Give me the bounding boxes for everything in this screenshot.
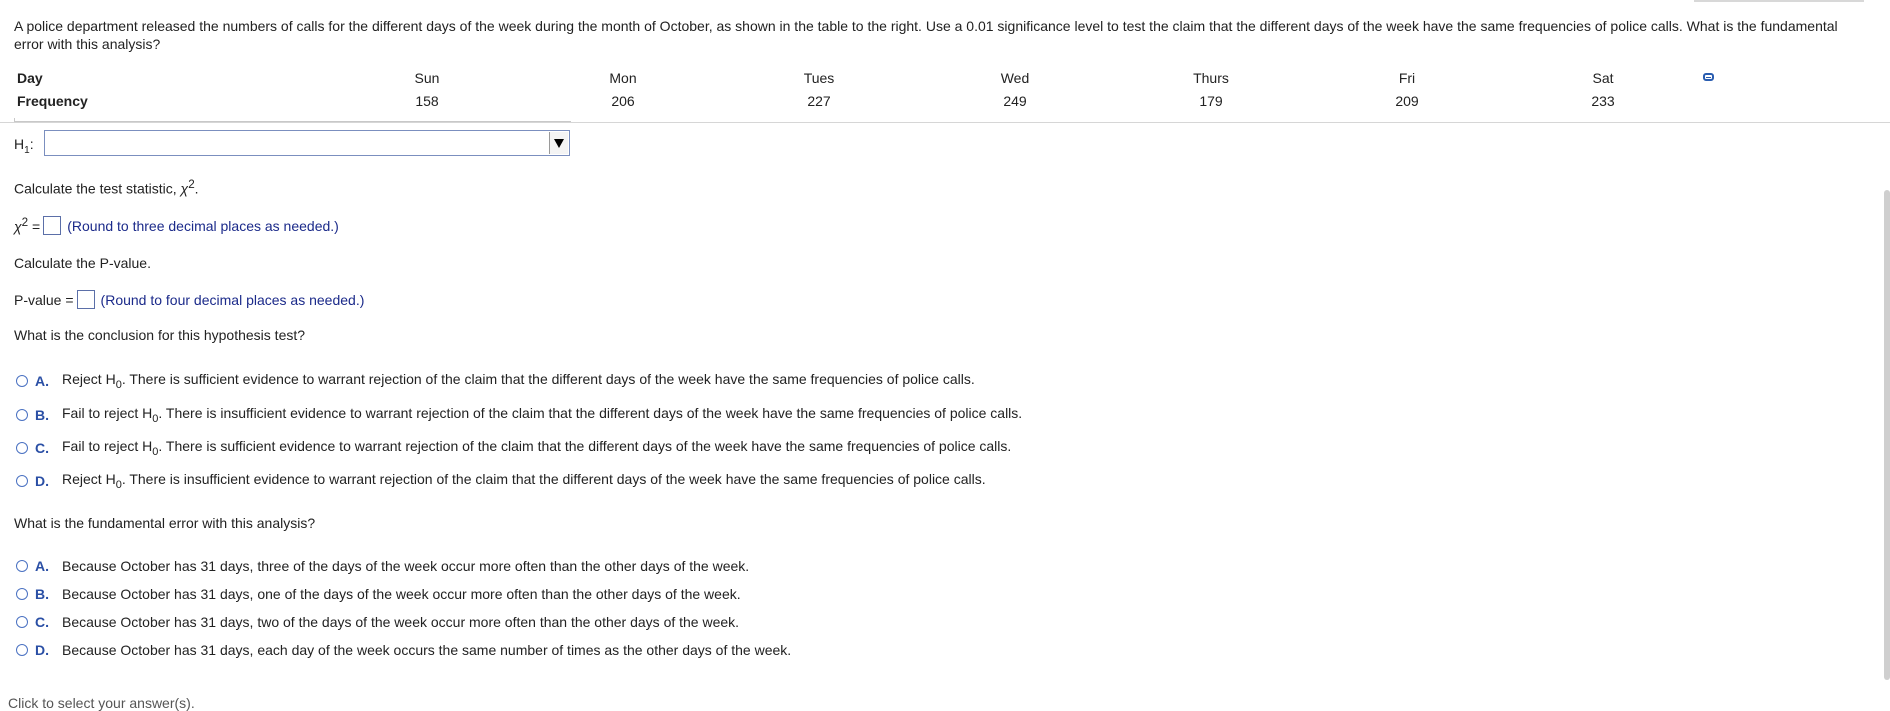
table-divider xyxy=(0,122,1890,123)
day-row-label: Day xyxy=(17,70,43,86)
h1-line: H1: xyxy=(14,133,34,159)
error-option-b[interactable]: B. Because October has 31 days, one of t… xyxy=(16,586,741,602)
frequency-cell: 158 xyxy=(415,93,439,109)
error-option-a[interactable]: A. Because October has 31 days, three of… xyxy=(16,558,749,574)
day-cell: Mon xyxy=(609,70,637,86)
test-statistic-input[interactable] xyxy=(43,216,62,235)
dropdown-arrow-icon[interactable] xyxy=(549,132,568,154)
top-divider xyxy=(1694,0,1864,2)
radio-button[interactable] xyxy=(16,616,28,628)
conclusion-option-a[interactable]: A. Reject H0. There is sufficient eviden… xyxy=(16,371,975,391)
radio-button[interactable] xyxy=(16,408,28,421)
radio-button[interactable] xyxy=(16,441,28,454)
frequency-cell: 206 xyxy=(611,93,635,109)
frequency-cell: 209 xyxy=(1395,93,1419,109)
frequency-cell: 179 xyxy=(1199,93,1223,109)
p-value-input[interactable] xyxy=(76,290,95,309)
conclusion-option-c[interactable]: C. Fail to reject H0. There is sufficien… xyxy=(16,438,1011,458)
error-question: What is the fundamental error with this … xyxy=(14,515,316,531)
error-option-c[interactable]: C. Because October has 31 days, two of t… xyxy=(16,614,739,630)
frequency-row-label: Frequency xyxy=(17,93,88,109)
p-value-hint: (Round to four decimal places as needed.… xyxy=(100,291,365,308)
test-statistic-prompt: Calculate the test statistic, χ2. xyxy=(14,178,199,197)
copy-icon[interactable] xyxy=(1703,73,1714,81)
conclusion-question: What is the conclusion for this hypothes… xyxy=(14,327,306,343)
test-statistic-hint: (Round to three decimal places as needed… xyxy=(67,217,339,234)
day-cell: Wed xyxy=(1000,70,1030,86)
radio-button[interactable] xyxy=(16,588,28,600)
p-value-prompt: Calculate the P-value. xyxy=(14,255,151,271)
frequency-cell: 227 xyxy=(807,93,831,109)
conclusion-option-d[interactable]: D. Reject H0. There is insufficient evid… xyxy=(16,471,986,491)
day-cell: Sun xyxy=(414,70,440,86)
data-table: Day Sun Mon Tues Wed Thurs Fri Sat Frequ… xyxy=(14,70,1754,116)
test-statistic-answer-line: χ2 = (Round to three decimal places as n… xyxy=(14,216,339,235)
p-value-label: P-value = xyxy=(14,291,74,308)
day-row: Day Sun Mon Tues Wed Thurs Fri Sat xyxy=(14,70,1754,93)
h1-select[interactable] xyxy=(44,130,570,156)
day-cell: Thurs xyxy=(1193,70,1229,86)
day-cell: Fri xyxy=(1398,70,1416,86)
h1-label: H1: xyxy=(14,136,34,156)
scrollbar[interactable] xyxy=(1884,190,1890,680)
frequency-row: Frequency 158 206 227 249 179 209 233 xyxy=(14,93,1754,116)
frequency-cell: 233 xyxy=(1591,93,1615,109)
problem-statement: A police department released the numbers… xyxy=(14,18,1838,52)
p-value-answer-line: P-value = (Round to four decimal places … xyxy=(14,290,364,309)
chi-square-label: χ2 = xyxy=(14,216,41,235)
day-cell: Sat xyxy=(1592,70,1614,86)
radio-button[interactable] xyxy=(16,474,28,487)
radio-button[interactable] xyxy=(16,644,28,656)
radio-button[interactable] xyxy=(16,560,28,572)
error-option-d[interactable]: D. Because October has 31 days, each day… xyxy=(16,642,791,658)
radio-button[interactable] xyxy=(16,374,28,387)
conclusion-option-b[interactable]: B. Fail to reject H0. There is insuffici… xyxy=(16,405,1022,425)
day-cell: Tues xyxy=(803,70,835,86)
frequency-cell: 249 xyxy=(1003,93,1027,109)
footer-instruction: Click to select your answer(s). xyxy=(8,695,195,711)
